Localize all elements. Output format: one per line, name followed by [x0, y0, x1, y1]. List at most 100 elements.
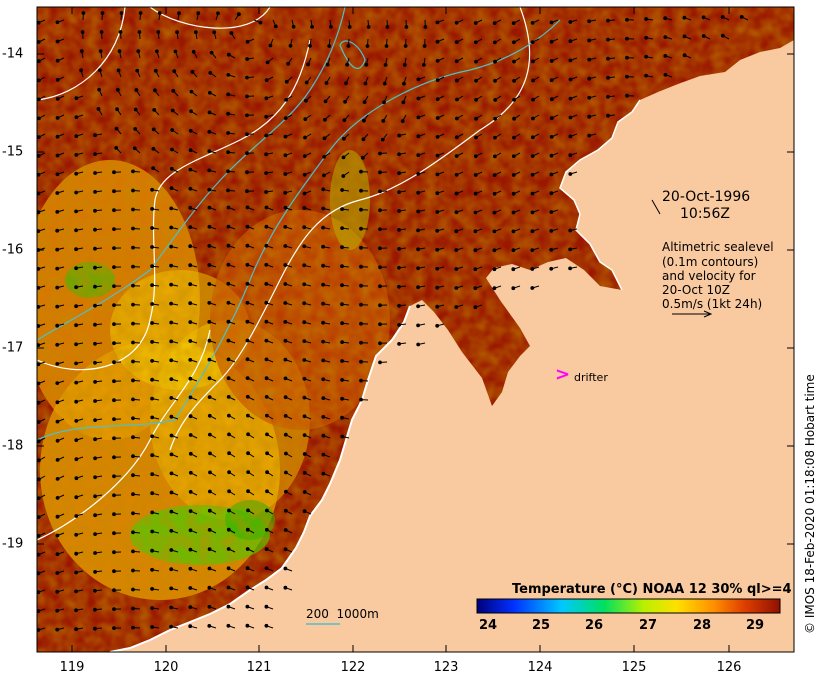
velocity-arrow-head — [245, 319, 250, 324]
legend-line: and velocity for — [662, 269, 756, 283]
velocity-arrow-head — [606, 94, 610, 99]
velocity-arrow-head — [568, 20, 573, 24]
velocity-arrow-head — [454, 229, 459, 234]
velocity-arrow-head — [55, 533, 60, 538]
velocity-arrow-head — [283, 395, 288, 400]
x-tick-label: 123 — [433, 660, 459, 675]
velocity-arrow-head — [93, 246, 97, 251]
velocity-arrow-head — [190, 69, 195, 74]
velocity-arrow-head — [226, 111, 231, 116]
velocity-arrow-head — [246, 451, 251, 456]
velocity-arrow-head — [493, 98, 498, 102]
velocity-arrow-head — [188, 358, 193, 362]
velocity-arrow-head — [169, 244, 174, 249]
velocity-arrow-head — [93, 532, 97, 536]
velocity-arrow-head — [150, 625, 155, 629]
velocity-arrow-head — [512, 78, 516, 83]
velocity-arrow-head — [302, 320, 307, 325]
velocity-arrow-head — [283, 528, 288, 532]
velocity-arrow-head — [207, 110, 212, 115]
velocity-arrow-head — [663, 72, 668, 77]
velocity-arrow-head — [138, 11, 143, 15]
velocity-arrow-head — [188, 339, 193, 343]
velocity-arrow-head — [245, 566, 250, 571]
velocity-arrow-head — [169, 528, 174, 533]
legend-line: 20-Oct 10Z — [662, 283, 730, 297]
legend-line: 0.5m/s (1kt 24h) — [662, 297, 763, 311]
velocity-arrow-head — [55, 477, 60, 481]
velocity-arrow-head — [170, 128, 175, 132]
velocity-arrow-head — [93, 570, 97, 574]
velocity-arrow-head — [151, 146, 156, 151]
velocity-arrow-head — [454, 40, 459, 44]
velocity-arrow-head — [169, 377, 174, 382]
velocity-arrow-head — [454, 135, 459, 140]
velocity-arrow-head — [37, 477, 41, 482]
velocity-arrow-head — [511, 286, 516, 291]
velocity-arrow-head — [207, 528, 212, 532]
velocity-arrow-head — [133, 107, 138, 112]
velocity-arrow-head — [93, 551, 97, 555]
velocity-arrow-head — [112, 550, 116, 555]
velocity-arrow-head — [264, 114, 269, 119]
velocity-arrow-head — [359, 169, 363, 174]
velocity-arrow-head — [150, 226, 155, 230]
velocity-arrow-head — [74, 266, 78, 271]
velocity-arrow-head — [720, 33, 725, 38]
velocity-arrow-head — [55, 134, 60, 139]
velocity-arrow-head — [340, 283, 344, 288]
velocity-arrow-head — [264, 205, 269, 210]
velocity-arrow-head — [188, 148, 193, 153]
velocity-arrow-head — [150, 245, 155, 249]
velocity-arrow-head — [310, 25, 315, 29]
velocity-arrow-head — [245, 357, 250, 362]
velocity-arrow-head — [455, 116, 459, 121]
velocity-arrow-head — [133, 126, 138, 131]
velocity-arrow-head — [492, 286, 497, 291]
x-tick-label: 122 — [340, 660, 366, 675]
velocity-arrow-head — [359, 245, 363, 250]
velocity-arrow-head — [321, 244, 326, 249]
colorbar-tick: 24 — [478, 618, 498, 633]
velocity-arrow-head — [55, 362, 60, 366]
velocity-arrow-head — [302, 172, 307, 177]
velocity-arrow-head — [157, 11, 162, 15]
velocity-arrow-head — [265, 451, 270, 456]
velocity-arrow-head — [246, 413, 250, 418]
velocity-arrow-head — [435, 247, 440, 252]
velocity-arrow-head — [177, 11, 181, 16]
velocity-arrow-head — [568, 115, 573, 120]
velocity-arrow-head — [55, 552, 60, 557]
velocity-arrow-head — [435, 210, 440, 214]
velocity-arrow-head — [493, 59, 497, 64]
velocity-arrow-head — [512, 116, 516, 121]
velocity-arrow-head — [264, 152, 269, 157]
velocity-arrow-head — [112, 379, 116, 384]
velocity-arrow-head — [291, 24, 296, 29]
velocity-arrow-head — [55, 608, 60, 613]
velocity-arrow-head — [682, 53, 687, 58]
velocity-arrow-head — [359, 207, 363, 212]
velocity-arrow-head — [96, 107, 101, 111]
velocity-arrow-head — [226, 357, 231, 362]
velocity-arrow-head — [531, 97, 535, 102]
velocity-arrow-head — [74, 171, 79, 176]
velocity-arrow-head — [55, 627, 60, 632]
velocity-arrow-head — [454, 210, 459, 215]
velocity-arrow-head — [530, 267, 535, 271]
velocity-arrow-head — [340, 396, 345, 401]
velocity-arrow-head — [245, 189, 249, 194]
velocity-arrow-head — [207, 263, 212, 267]
velocity-arrow-head — [112, 303, 116, 308]
velocity-arrow-head — [340, 378, 345, 382]
velocity-arrow-head — [136, 49, 141, 54]
velocity-arrow-head — [93, 513, 97, 518]
velocity-arrow-head — [265, 489, 269, 494]
velocity-arrow-head — [150, 472, 155, 477]
velocity-arrow-head — [207, 376, 212, 381]
velocity-arrow-head — [302, 433, 307, 438]
velocity-arrow-head — [226, 131, 231, 135]
velocity-arrow-head — [397, 342, 402, 346]
velocity-arrow-head — [384, 44, 389, 48]
velocity-arrow-head — [245, 547, 250, 551]
